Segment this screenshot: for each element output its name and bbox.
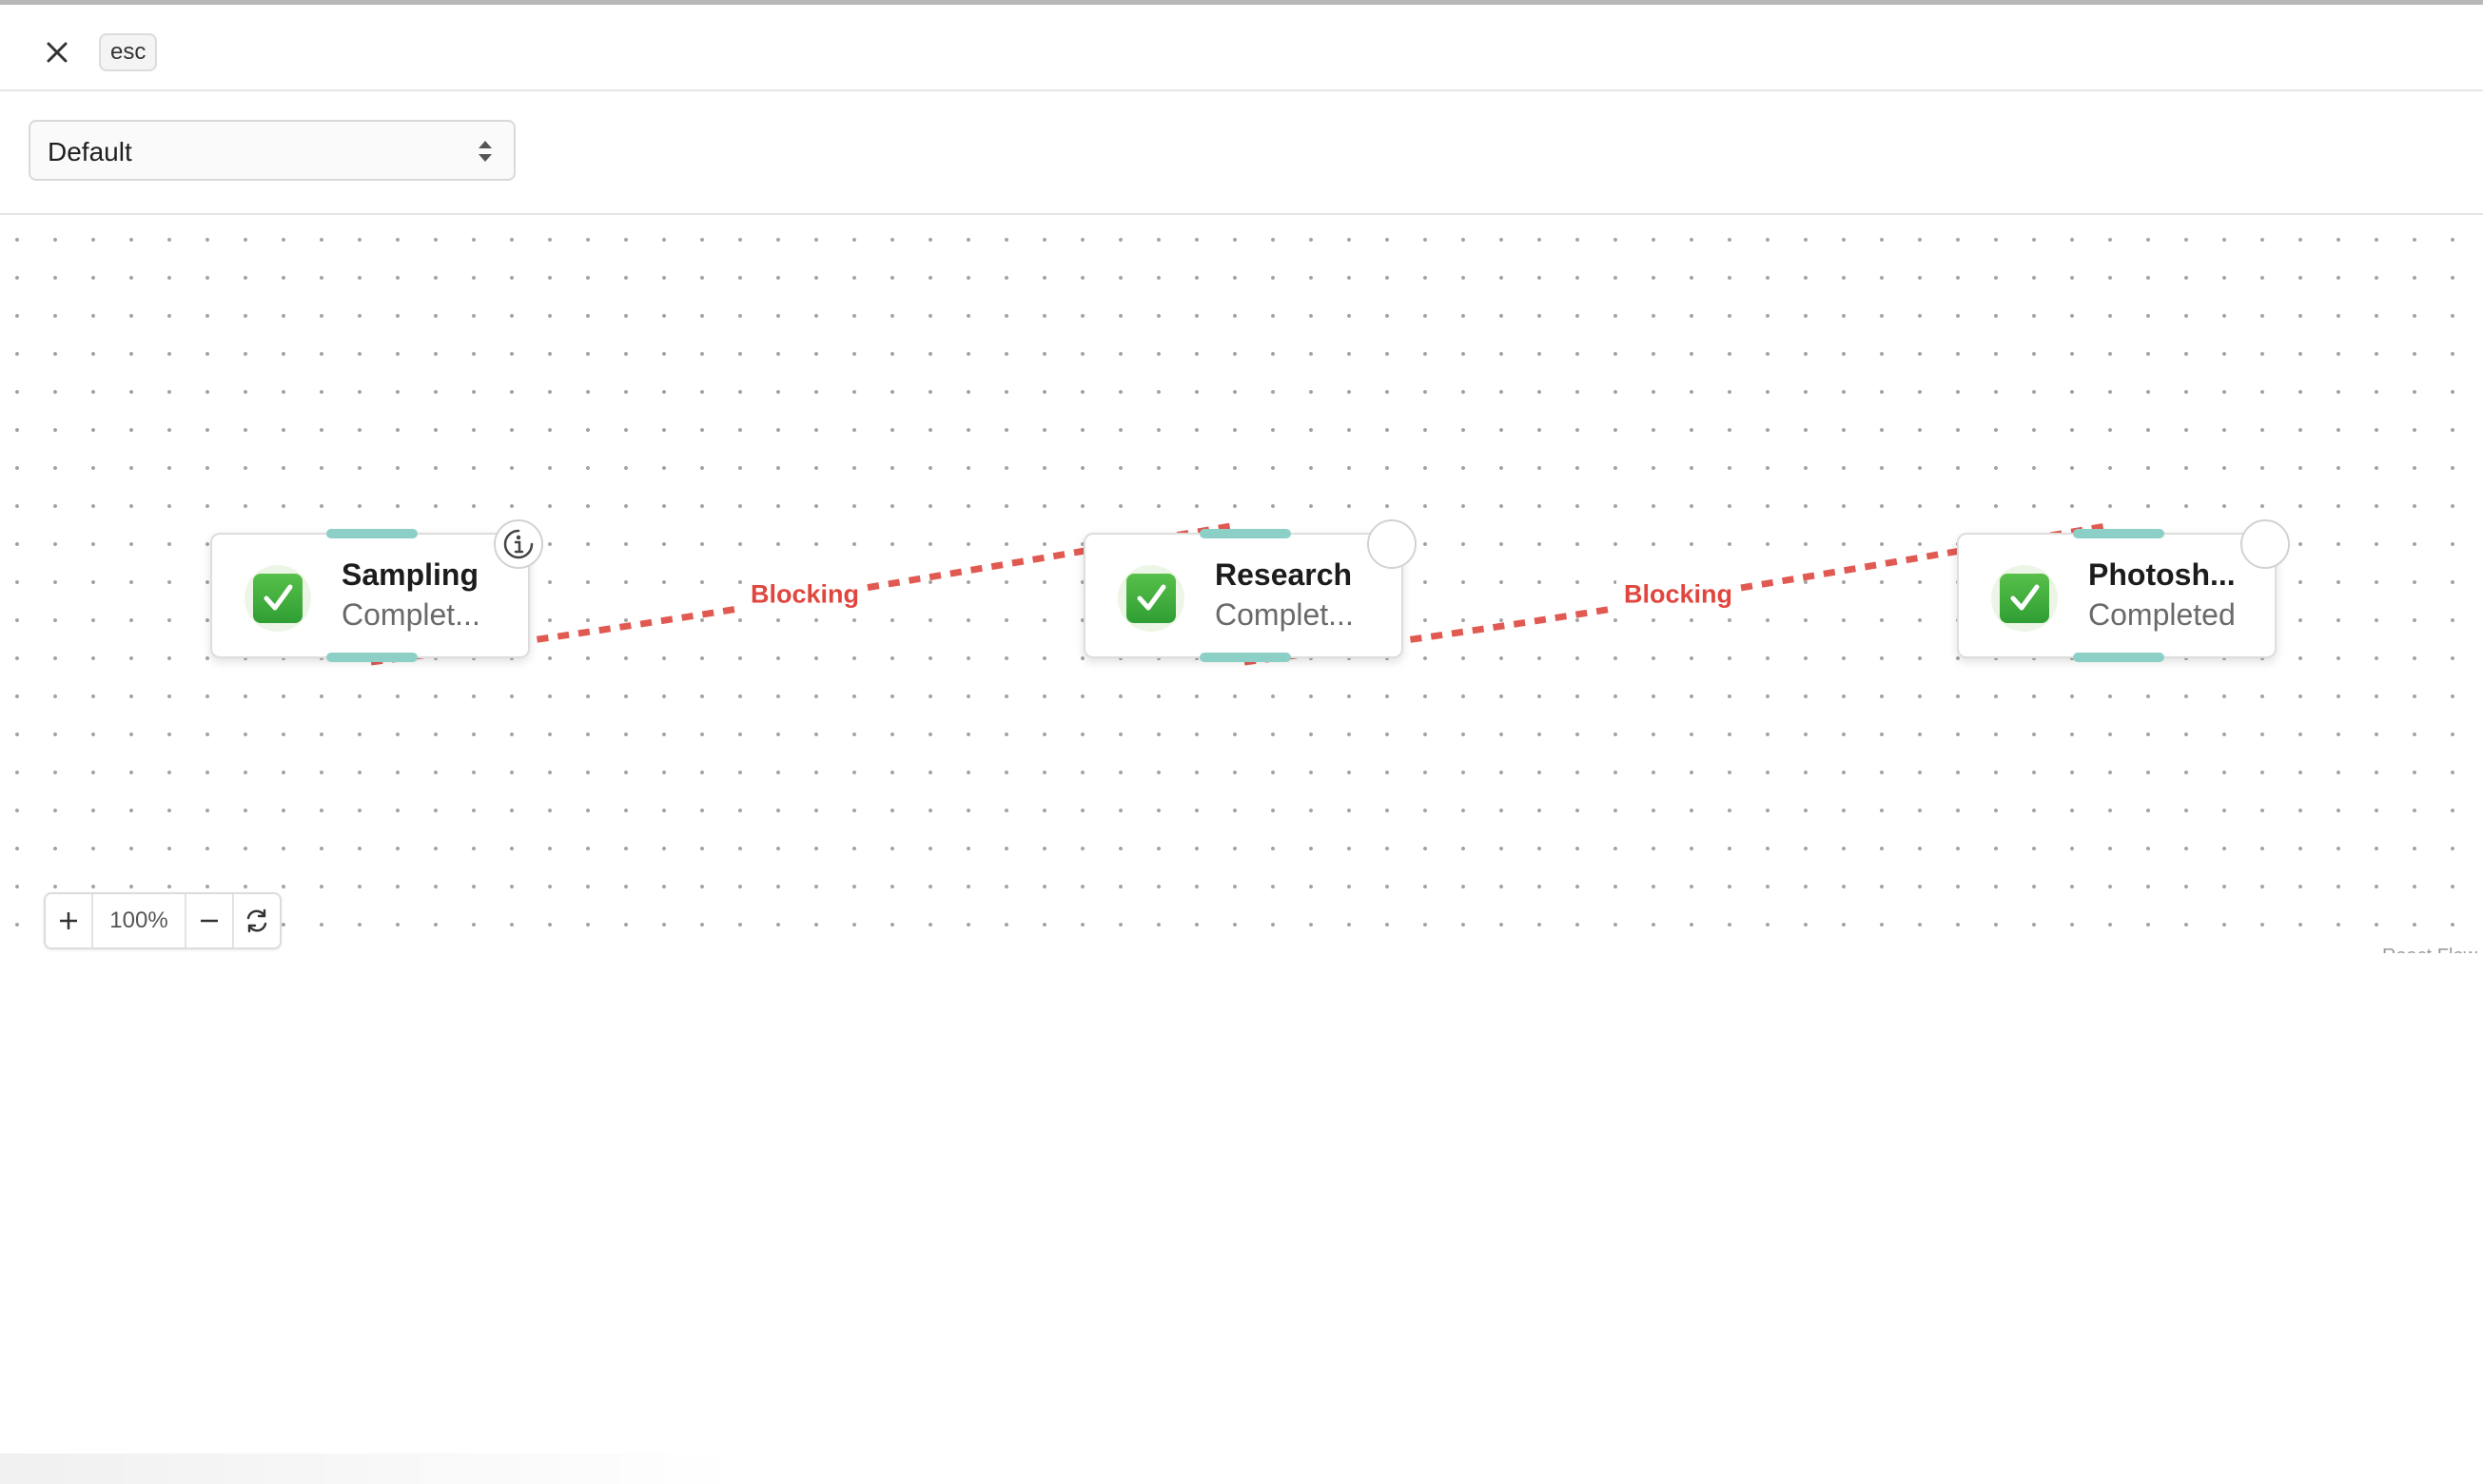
close-button[interactable] <box>38 33 76 71</box>
node-title: Photosh... <box>2088 557 2236 592</box>
status-icon-wrap <box>1991 565 2058 632</box>
node-info-button[interactable] <box>494 519 543 569</box>
check-mark-button-icon <box>2000 574 2049 623</box>
react-flow-attribution[interactable]: React Flow <box>2382 946 2477 953</box>
view-selector-row: Default <box>0 91 2483 215</box>
node-action-button[interactable] <box>2240 519 2290 569</box>
esc-shortcut-badge: esc <box>99 33 158 71</box>
zoom-controls: 100% <box>44 892 282 949</box>
node-title: Research <box>1215 557 1353 592</box>
node-status: Complet... <box>342 597 480 632</box>
edge-label-1[interactable]: Blocking <box>742 577 868 612</box>
status-icon-wrap <box>1118 565 1184 632</box>
node-target-handle[interactable] <box>326 529 418 538</box>
status-icon-wrap <box>244 565 311 632</box>
zoom-out-button[interactable] <box>186 894 234 947</box>
node-source-handle[interactable] <box>1200 653 1291 662</box>
view-select[interactable]: Default <box>29 120 516 181</box>
edge-label-2[interactable]: Blocking <box>1615 577 1741 612</box>
zoom-in-button[interactable] <box>46 894 93 947</box>
view-select-value: Default <box>48 137 132 166</box>
node-target-handle[interactable] <box>2073 529 2164 538</box>
zoom-level: 100% <box>93 894 186 947</box>
reset-view-button[interactable] <box>234 894 280 947</box>
node-status: Complet... <box>1215 597 1354 632</box>
sort-caret-icon <box>479 141 492 162</box>
modal-header: esc <box>0 5 2483 91</box>
node-status: Completed <box>2088 597 2236 632</box>
check-mark-button-icon <box>253 574 303 623</box>
info-icon[interactable] <box>502 528 535 560</box>
window-bottom-edge <box>0 1454 2483 1484</box>
minus-icon[interactable] <box>198 909 221 932</box>
check-mark-button-icon <box>1126 574 1176 623</box>
plus-icon[interactable] <box>57 909 80 932</box>
node-action-button[interactable] <box>1367 519 1417 569</box>
flow-node-photoshop[interactable]: Photosh... Completed <box>1957 519 2290 662</box>
refresh-icon[interactable] <box>244 908 270 934</box>
flow-canvas[interactable]: Blocking Blocking Sampling Complet... Re… <box>0 215 2483 953</box>
flow-node-research[interactable]: Research Complet... <box>1084 519 1417 662</box>
close-icon[interactable] <box>45 40 69 65</box>
node-source-handle[interactable] <box>326 653 418 662</box>
node-source-handle[interactable] <box>2073 653 2164 662</box>
node-target-handle[interactable] <box>1200 529 1291 538</box>
flow-node-sampling[interactable]: Sampling Complet... <box>210 519 543 662</box>
node-title: Sampling <box>342 557 479 592</box>
